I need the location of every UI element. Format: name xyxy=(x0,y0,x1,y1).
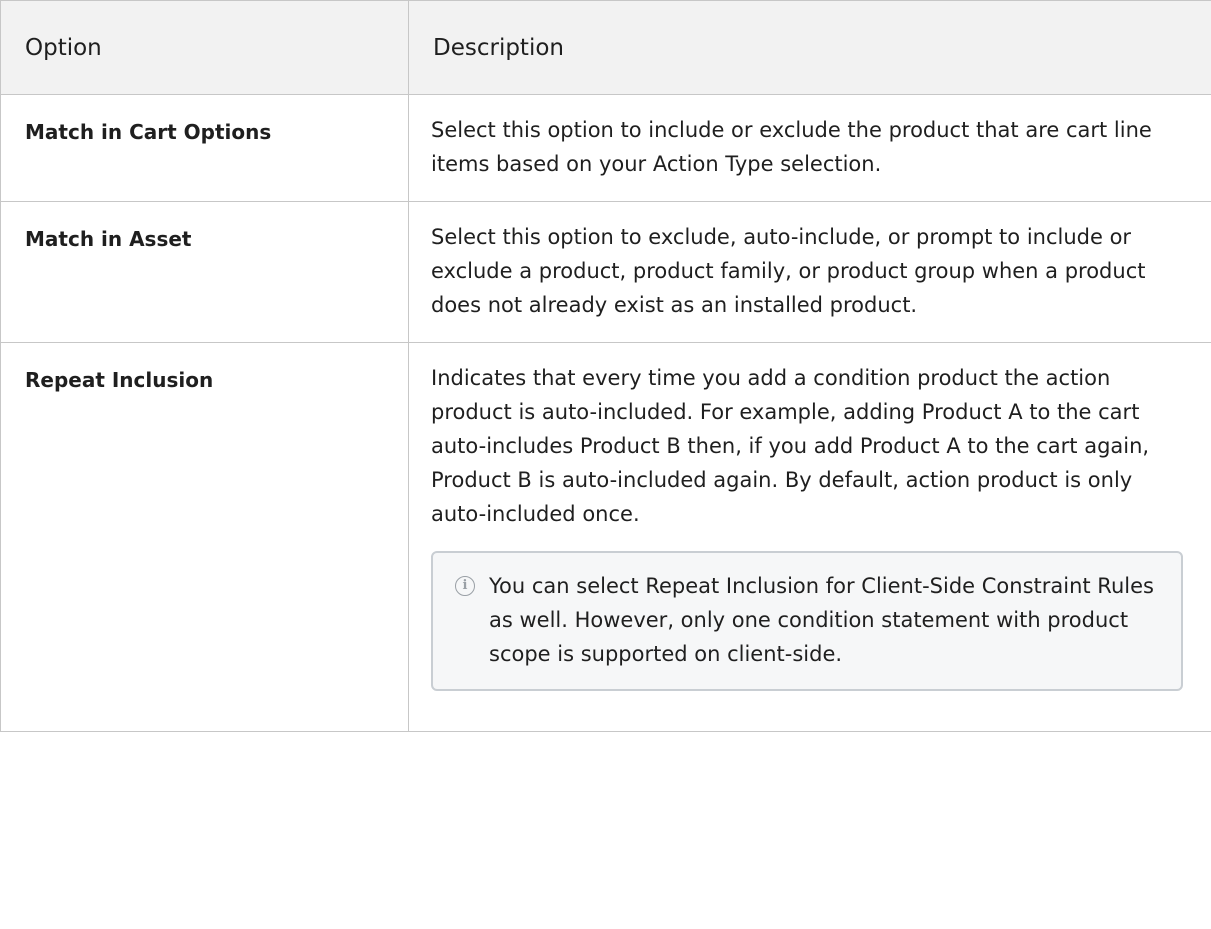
option-name: Repeat Inclusion xyxy=(0,342,409,732)
info-note-text: You can select Repeat Inclusion for Clie… xyxy=(489,574,1154,666)
option-description: Indicates that every time you add a cond… xyxy=(431,366,1150,526)
table-row: Match in Asset Select this option to exc… xyxy=(0,201,1211,343)
option-description: Select this option to include or exclude… xyxy=(408,94,1211,202)
column-header-option: Option xyxy=(0,0,409,95)
option-description: Select this option to exclude, auto-incl… xyxy=(408,201,1211,343)
option-name: Match in Cart Options xyxy=(0,94,409,202)
option-name: Match in Asset xyxy=(0,201,409,343)
table-row: Match in Cart Options Select this option… xyxy=(0,94,1211,202)
column-header-description: Description xyxy=(408,0,1211,95)
table-row: Repeat Inclusion Indicates that every ti… xyxy=(0,342,1211,732)
info-note: i You can select Repeat Inclusion for Cl… xyxy=(431,551,1183,691)
options-table: Option Description Match in Cart Options… xyxy=(0,0,1211,732)
table-header-row: Option Description xyxy=(0,0,1211,95)
info-icon: i xyxy=(455,576,475,596)
option-description-cell: Indicates that every time you add a cond… xyxy=(408,342,1211,732)
